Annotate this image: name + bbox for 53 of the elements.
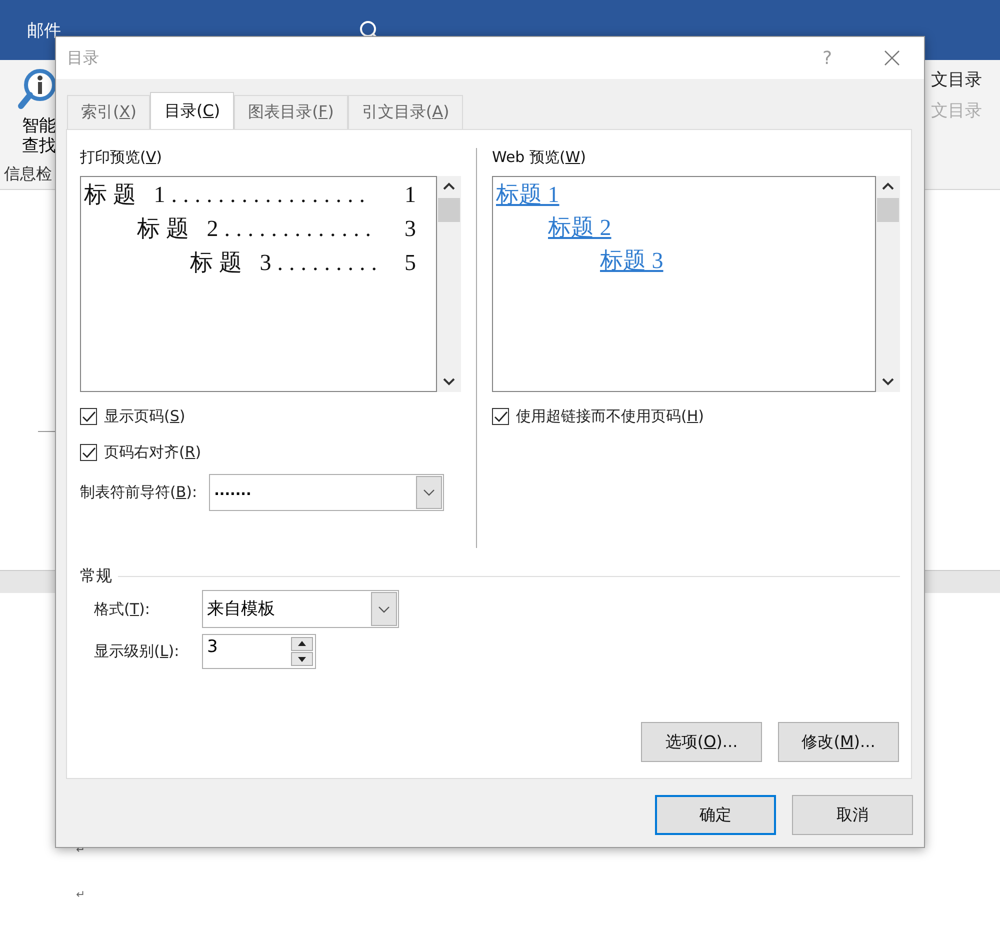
tab[interactable]: 索引(X): [67, 95, 150, 129]
scroll-up-icon[interactable]: [443, 182, 455, 190]
toc-link[interactable]: 标题 3: [600, 248, 664, 273]
format-dropdown[interactable]: 来自模板: [202, 590, 399, 628]
dialog-button[interactable]: 修改(M)...: [778, 722, 899, 762]
checkbox-label[interactable]: 显示页码(S): [104, 407, 186, 426]
tab[interactable]: 引文目录(A): [348, 95, 464, 129]
leader-dropdown[interactable]: .......: [209, 474, 444, 511]
scroll-down-icon[interactable]: [443, 378, 455, 386]
scrollbar[interactable]: [876, 176, 900, 392]
window-title: 目录: [67, 48, 99, 68]
checkbox-label[interactable]: 页码右对齐(R): [104, 443, 202, 462]
section-label: 打印预览(V): [80, 148, 163, 168]
ribbon-group-label: 信息检: [4, 164, 52, 185]
page-number: 5: [404, 250, 422, 276]
checkbox[interactable]: [492, 408, 509, 425]
toc-link[interactable]: 标题 1: [496, 182, 560, 207]
dialog-button[interactable]: 取消: [792, 795, 913, 835]
checkbox-label[interactable]: 使用超链接而不使用页码(H): [516, 407, 704, 426]
toc-entry: 标题 3.........: [190, 249, 383, 277]
checkbox[interactable]: [80, 444, 97, 461]
tab[interactable]: 图表目录(F): [234, 95, 348, 129]
tab[interactable]: 目录(C): [150, 92, 234, 129]
group-title: 常规: [80, 566, 112, 587]
ribbon-button-label[interactable]: 查找: [22, 136, 56, 156]
close-icon[interactable]: [884, 50, 900, 66]
section-label: Web 预览(W): [492, 148, 588, 168]
magnifier-info-icon[interactable]: [18, 68, 58, 110]
page-number: 3: [404, 216, 422, 242]
toc-entry: 标题 1.................: [84, 181, 371, 209]
scrollbar[interactable]: [437, 176, 461, 392]
paragraph-mark: ↵: [76, 888, 86, 901]
toc-entry: 标题 2.............: [137, 215, 377, 243]
chevron-down-icon: [423, 489, 436, 496]
ribbon-tab[interactable]: 邮件: [27, 18, 61, 42]
page-number: 1: [404, 182, 422, 208]
ribbon-button-label[interactable]: 智能: [22, 116, 56, 136]
chevron-down-icon: [378, 606, 390, 612]
dialog-button[interactable]: 选项(O)...: [641, 722, 762, 762]
scroll-thumb[interactable]: [438, 198, 460, 222]
scroll-down-icon[interactable]: [882, 378, 894, 386]
field-label: 格式(T):: [94, 600, 151, 618]
spin-up-icon[interactable]: [291, 637, 313, 651]
field-label: 显示级别(L):: [94, 642, 180, 661]
scroll-thumb[interactable]: [877, 198, 899, 222]
field-label: 制表符前导符(B):: [80, 483, 198, 502]
toc-link[interactable]: 标题 2: [548, 215, 612, 240]
checkbox[interactable]: [80, 408, 97, 425]
spin-down-icon[interactable]: [291, 652, 313, 666]
ribbon-command[interactable]: 文目录: [931, 68, 982, 91]
dialog-button[interactable]: 确定: [655, 795, 776, 835]
level-spinner[interactable]: 3: [202, 634, 316, 669]
scroll-up-icon[interactable]: [882, 182, 894, 190]
